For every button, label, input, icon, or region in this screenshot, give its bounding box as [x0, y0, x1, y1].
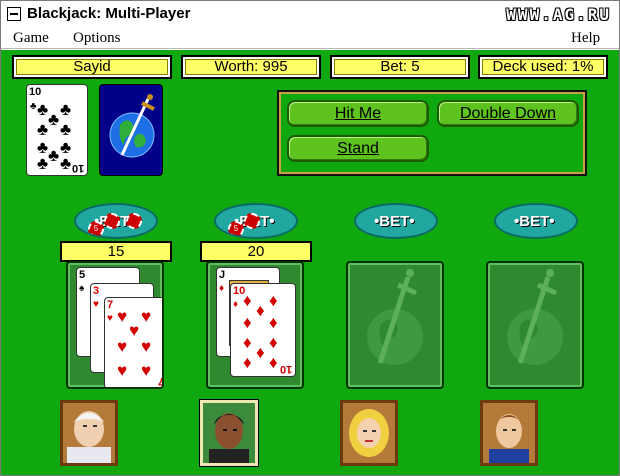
- hit-me-button[interactable]: Hit Me: [287, 100, 429, 127]
- heart-icon: ♥: [141, 307, 152, 326]
- diamond-icon: ♦: [269, 353, 278, 372]
- watermark-text: WWW.AG.RU: [506, 5, 611, 24]
- card-rank: 10: [29, 86, 42, 98]
- deck-back[interactable]: [99, 84, 163, 176]
- player-portrait-seat-2[interactable]: [200, 400, 258, 466]
- worth-box: Worth: 995: [181, 55, 321, 79]
- globe-sword-icon: [507, 269, 563, 365]
- club-icon: ♣: [48, 146, 60, 165]
- title-bar: Blackjack: Multi-Player WWW.AG.RU: [1, 1, 619, 27]
- diamond-icon: ♦: [269, 333, 278, 352]
- bet-circle-seat-4[interactable]: •BET•: [494, 203, 578, 239]
- club-icon: ♣: [48, 110, 60, 129]
- menu-bar: Game Options Help: [1, 27, 619, 49]
- seat-4-card-area: [486, 261, 584, 389]
- club-icon: ♣: [60, 120, 72, 139]
- chip-icon: [104, 213, 120, 229]
- diamond-icon: ♦: [256, 301, 265, 320]
- menu-game[interactable]: Game: [13, 30, 49, 47]
- deck-top-card: 10 ♣ ♣ ♣ ♣ ♣ ♣ ♣ ♣ ♣ ♣ ♣ 10: [26, 84, 88, 176]
- spade-icon: ♠: [79, 283, 85, 294]
- window-title: Blackjack: Multi-Player: [27, 5, 191, 22]
- bet-circle-seat-2[interactable]: •BET• 5: [214, 203, 298, 239]
- chip-icon: [244, 213, 260, 229]
- card-rank-bottom: 10: [71, 162, 84, 174]
- portrait-elder-icon: [63, 403, 115, 463]
- chip-icon: 5: [88, 221, 104, 237]
- bet-label: •BET•: [514, 213, 555, 230]
- card-rank-bottom: 10: [279, 363, 292, 375]
- chip-value: 5: [93, 224, 99, 233]
- chip-icon: [126, 213, 142, 229]
- seat-2-score: 20: [200, 241, 312, 262]
- chip-value: 5: [233, 224, 239, 233]
- diamond-icon: ♦: [269, 313, 278, 332]
- club-icon: ♣: [37, 100, 49, 119]
- heart-icon: ♥: [117, 307, 128, 326]
- action-panel: Hit Me Double Down Stand: [277, 90, 587, 176]
- diamond-icon: ♦: [219, 283, 225, 294]
- club-icon: ♣: [60, 154, 72, 173]
- club-icon: ♣: [30, 101, 37, 112]
- hit-me-label: Hit Me: [334, 105, 382, 122]
- menu-options[interactable]: Options: [73, 30, 121, 47]
- globe-sword-icon: [367, 269, 423, 365]
- portrait-player-icon: [203, 403, 255, 463]
- stand-button[interactable]: Stand: [287, 135, 429, 162]
- globe-sword-icon: [109, 94, 155, 158]
- diamond-icon: ♦: [243, 291, 252, 310]
- seat-2-card-area: J ♦ 10 ♦ ♦ ♦ ♦ ♦ ♦ ♦ ♦ ♦ ♦ ♦ 10: [206, 261, 304, 389]
- menu-help[interactable]: Help: [571, 30, 600, 47]
- double-down-label: Double Down: [459, 105, 557, 122]
- heart-icon: ♥: [93, 299, 99, 310]
- player-portrait-seat-1[interactable]: [60, 400, 118, 466]
- stand-label: Stand: [337, 140, 379, 157]
- table-felt: Sayid Worth: 995 Bet: 5 Deck used: 1% 10…: [1, 50, 619, 475]
- heart-icon: ♥: [129, 321, 140, 340]
- double-down-button[interactable]: Double Down: [437, 100, 579, 127]
- portrait-young-man-icon: [483, 403, 535, 463]
- diamond-icon: ♦: [233, 299, 239, 310]
- bet-circle-seat-1[interactable]: •BET• 5: [74, 203, 158, 239]
- bet-circle-seat-3[interactable]: •BET•: [354, 203, 438, 239]
- seat-3-card-area: [346, 261, 444, 389]
- heart-icon: ♥: [141, 337, 152, 356]
- card-rank-bottom: 7: [157, 375, 164, 387]
- seat-1-score: 15: [60, 241, 172, 262]
- bet-label: •BET•: [374, 213, 415, 230]
- club-icon: ♣: [37, 120, 49, 139]
- player-name-box: Sayid: [12, 55, 172, 79]
- heart-icon: ♥: [107, 313, 113, 324]
- player-portrait-seat-4[interactable]: [480, 400, 538, 466]
- seat-1-card-area: 5 ♠ 3 ♥ 7 ♥ ♥ ♥ ♥ ♥ ♥ ♥ ♥ 7: [66, 261, 164, 389]
- heart-icon: ♥: [117, 361, 128, 380]
- diamond-icon: ♦: [243, 333, 252, 352]
- diamond-icon: ♦: [256, 343, 265, 362]
- bet-box: Bet: 5: [330, 55, 470, 79]
- player-portrait-seat-3[interactable]: [340, 400, 398, 466]
- card-10-diamonds: 10 ♦ ♦ ♦ ♦ ♦ ♦ ♦ ♦ ♦ ♦ ♦ 10: [230, 283, 296, 377]
- diamond-icon: ♦: [269, 291, 278, 310]
- club-icon: ♣: [37, 154, 49, 173]
- club-icon: ♣: [60, 100, 72, 119]
- heart-icon: ♥: [141, 361, 152, 380]
- heart-icon: ♥: [117, 337, 128, 356]
- diamond-icon: ♦: [243, 313, 252, 332]
- system-menu-icon[interactable]: [7, 7, 21, 21]
- deck-used-box: Deck used: 1%: [478, 55, 608, 79]
- diamond-icon: ♦: [243, 353, 252, 372]
- portrait-blonde-icon: [343, 403, 395, 463]
- card-7-hearts: 7 ♥ ♥ ♥ ♥ ♥ ♥ ♥ ♥ 7: [104, 297, 164, 387]
- chip-icon: 5: [228, 221, 244, 237]
- game-window: Blackjack: Multi-Player WWW.AG.RU Game O…: [0, 0, 620, 476]
